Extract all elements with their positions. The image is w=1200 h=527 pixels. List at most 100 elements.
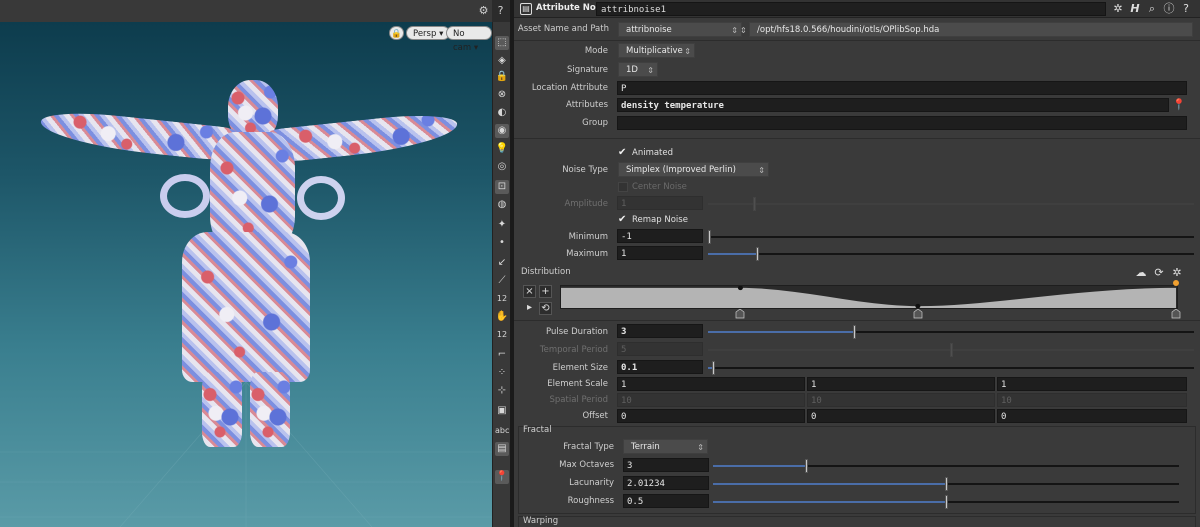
node-type-icon: ▤ (520, 3, 532, 15)
scene-viewport[interactable]: ⚙ ? 🔒 Persp ▾ No cam ▾ (0, 0, 503, 527)
scatter-icon[interactable]: ⁘ (495, 366, 509, 380)
vector-icon[interactable]: ↙ (495, 256, 509, 270)
camera-icon[interactable]: ⊗ (495, 88, 509, 102)
minimum-slider[interactable] (708, 230, 1194, 244)
warping-folder[interactable] (518, 516, 1196, 527)
element-size-field[interactable]: 0.1 (617, 360, 703, 374)
center-noise-checkbox[interactable] (618, 182, 628, 192)
light-icon[interactable]: ◉ (495, 124, 509, 138)
bulb-icon[interactable]: 💡 (495, 142, 509, 156)
select-tool-icon[interactable]: ⬚ (495, 36, 509, 50)
ramp-key-marker[interactable] (913, 309, 923, 319)
element-scale-z[interactable]: 1 (997, 377, 1187, 391)
amplitude-field[interactable]: 1 (617, 196, 703, 210)
remove-key-icon[interactable]: × (523, 285, 536, 298)
offset-x[interactable]: 0 (617, 409, 805, 423)
spatial-period-y[interactable]: 10 (807, 393, 995, 407)
view-tool-icon[interactable]: ◈ (495, 54, 509, 68)
node-name-field[interactable]: attribnoise1 (596, 2, 1106, 16)
ramp-reset-icon[interactable]: ⟳ (1152, 266, 1166, 280)
lacunarity-slider[interactable] (713, 477, 1179, 491)
element-scale-y[interactable]: 1 (807, 377, 995, 391)
noise-type-menu[interactable]: Simplex (Improved Perlin) ⇕ (618, 162, 769, 177)
ramp-key-point[interactable] (915, 303, 921, 309)
ghost-icon[interactable]: ◍ (495, 198, 509, 212)
snap-icon[interactable]: ⊡ (495, 180, 509, 194)
minimum-field[interactable]: -1 (617, 229, 703, 243)
element-size-slider[interactable] (708, 361, 1194, 375)
edge-icon[interactable]: ⌐ (495, 348, 509, 362)
temporal-period-slider[interactable] (708, 343, 1194, 357)
ramp-key-marker[interactable] (735, 309, 745, 319)
image-icon[interactable]: ▤ (495, 442, 509, 456)
gear-icon[interactable]: ✲ (1111, 2, 1125, 16)
offset-z[interactable]: 0 (997, 409, 1187, 423)
ramp-key-point[interactable] (737, 286, 743, 291)
fractal-type-menu[interactable]: Terrain ⇕ (623, 439, 708, 454)
houdini-icon[interactable]: H (1128, 2, 1142, 16)
visibility-icon[interactable]: ◎ (495, 160, 509, 174)
pulse-duration-slider[interactable] (708, 325, 1194, 339)
frame-icon[interactable]: ▣ (495, 404, 509, 418)
normal-icon[interactable]: • (495, 236, 509, 250)
offset-y[interactable]: 0 (807, 409, 995, 423)
animated-checkbox[interactable]: ✔ (618, 148, 628, 158)
pulse-duration-field[interactable]: 3 (617, 324, 703, 338)
location-field[interactable]: P (617, 81, 1187, 95)
attributes-field[interactable]: density temperature (617, 98, 1169, 112)
pin-icon[interactable]: 📍 (495, 470, 509, 484)
mode-menu[interactable]: Multiplicative ⇕ (618, 43, 695, 58)
abc-icon[interactable]: abc (495, 424, 509, 438)
lock-icon[interactable]: 🔒 (495, 70, 509, 84)
ramp-gear-icon[interactable]: ✲ (1170, 266, 1184, 280)
element-scale-x[interactable]: 1 (617, 377, 805, 391)
grab-icon[interactable]: ✋ (495, 310, 509, 324)
spatial-period-z[interactable]: 10 (997, 393, 1187, 407)
roughness-slider[interactable] (713, 495, 1179, 509)
search-icon[interactable]: ⌕ (1145, 2, 1159, 16)
roughness-field[interactable]: 0.5 (623, 494, 709, 508)
asset-path-menu[interactable]: /opt/hfs18.0.566/houdini/otls/OPlibSop.h… (740, 22, 1193, 37)
slider-knob[interactable] (711, 361, 715, 375)
ramp-preset-icon[interactable]: ☁ (1134, 266, 1148, 280)
spatial-period-x[interactable]: 10 (617, 393, 805, 407)
display-options-icon[interactable]: ⚙ (476, 3, 491, 18)
sphere-icon[interactable]: ◐ (495, 106, 509, 120)
maximum-field[interactable]: 1 (617, 246, 703, 260)
help-icon-params[interactable]: ? (1179, 2, 1193, 16)
maximum-slider[interactable] (708, 247, 1194, 261)
slider-knob[interactable] (805, 459, 809, 473)
slider-knob[interactable] (945, 477, 948, 491)
slider-knob[interactable] (755, 247, 759, 261)
point-icon[interactable]: ✦ (495, 218, 509, 232)
slider-knob[interactable] (945, 495, 948, 509)
viewport-scene[interactable]: 🔒 Persp ▾ No cam ▾ (0, 22, 492, 527)
asset-name-menu[interactable]: attribnoise ⇕ (618, 22, 742, 37)
signature-menu[interactable]: 1D ⇕ (618, 62, 658, 77)
group-label: Group (582, 118, 608, 128)
add-key-icon[interactable]: + (539, 285, 552, 298)
ramp-active-key[interactable] (1173, 280, 1179, 286)
loop-icon[interactable]: ⟲ (539, 302, 552, 315)
distribution-ramp[interactable] (560, 285, 1178, 309)
attribute-picker-icon[interactable]: 📍 (1172, 98, 1186, 112)
max-octaves-field[interactable]: 3 (623, 458, 709, 472)
help-icon[interactable]: ? (493, 3, 508, 18)
max-octaves-slider[interactable] (713, 459, 1179, 473)
connect-icon[interactable]: ⊹ (495, 384, 509, 398)
pin-tool-icon[interactable]: ⟋ (495, 274, 509, 288)
number-icon[interactable]: 12 (495, 292, 509, 306)
slider-knob[interactable] (753, 197, 756, 211)
temporal-period-field[interactable]: 5 (617, 342, 703, 356)
remap-noise-checkbox[interactable]: ✔ (618, 215, 628, 225)
number2-icon[interactable]: 12 (495, 328, 509, 342)
slider-knob[interactable] (708, 230, 711, 244)
group-field[interactable] (617, 116, 1187, 130)
slider-knob[interactable] (950, 343, 953, 357)
amplitude-slider[interactable] (708, 197, 1194, 211)
info-icon[interactable]: ⓘ (1162, 2, 1176, 16)
slider-knob[interactable] (852, 325, 856, 339)
ramp-key-marker[interactable] (1171, 309, 1181, 319)
play-icon[interactable]: ▸ (523, 302, 536, 315)
lacunarity-field[interactable]: 2.01234 (623, 476, 709, 490)
